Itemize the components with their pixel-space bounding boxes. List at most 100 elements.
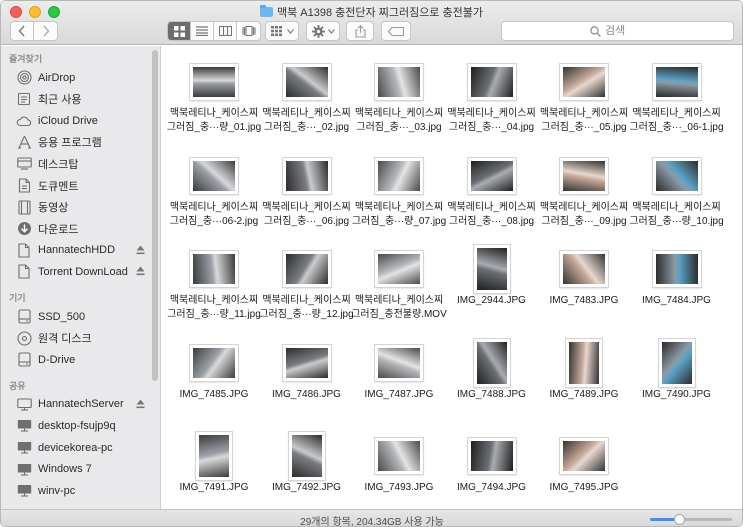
- folder-icon: [260, 5, 274, 17]
- file-item[interactable]: IMG_7488.JPG: [446, 338, 538, 431]
- file-thumbnail[interactable]: [467, 157, 516, 194]
- file-item[interactable]: 맥북레티나_케이스찌 그러짐_충···량_11.jpg: [167, 245, 261, 337]
- sidebar-item-[interactable]: 원격 디스크: [1, 328, 153, 349]
- file-thumbnail[interactable]: [652, 157, 701, 194]
- coverflow-view-button[interactable]: [237, 22, 260, 40]
- file-item[interactable]: 맥북레티나_케이스찌 그러짐_충···_06-1.jpg: [629, 58, 724, 150]
- file-item[interactable]: IMG_2944.JPG: [446, 245, 538, 337]
- file-thumbnail[interactable]: [473, 245, 510, 293]
- file-item[interactable]: IMG_7489.JPG: [538, 338, 630, 431]
- file-name-line1: 맥북레티나_케이스찌: [632, 201, 721, 213]
- icon-view-button[interactable]: [168, 22, 191, 40]
- file-item[interactable]: 맥북레티나_케이스찌 그러짐_충···_03.jpg: [353, 58, 445, 150]
- sidebar-section-header: 기기: [9, 293, 26, 303]
- file-thumbnail[interactable]: [196, 432, 232, 480]
- file-thumbnail[interactable]: [288, 432, 325, 480]
- sidebar-item-d-drive[interactable]: D-Drive: [1, 349, 153, 370]
- search-input[interactable]: [605, 25, 645, 37]
- file-item[interactable]: 맥북레티나_케이스찌 그러짐_충···_02.jpg: [261, 58, 353, 150]
- back-button[interactable]: [11, 22, 34, 40]
- file-thumbnail[interactable]: [375, 64, 423, 100]
- file-item[interactable]: 맥북레티나_케이스찌 그러짐_충···_06.jpg: [261, 152, 353, 244]
- file-item[interactable]: 맥북레티나_케이스찌 그러짐_충···_09.jpg: [538, 152, 630, 244]
- file-item[interactable]: IMG_7494.JPG: [446, 432, 538, 509]
- sidebar-item-winv-pc[interactable]: winv-pc: [1, 480, 153, 501]
- eject-icon[interactable]: [136, 245, 145, 255]
- sidebar-item-hannatechhdd[interactable]: HannatechHDD: [1, 240, 153, 261]
- file-item[interactable]: 맥북레티나_케이스찌 그러짐_충···량_10.jpg: [629, 152, 724, 244]
- file-name-line1: IMG_7485.JPG: [179, 388, 249, 400]
- sidebar-item-[interactable]: 도큐멘트: [1, 175, 153, 196]
- file-thumbnail[interactable]: [375, 251, 423, 287]
- file-thumbnail[interactable]: [467, 64, 516, 100]
- sidebar-item-[interactable]: 데스크탑: [1, 153, 153, 174]
- file-name-line1: 맥북레티나_케이스찌: [354, 295, 444, 306]
- sidebar-item-airdrop[interactable]: AirDrop: [1, 67, 153, 88]
- file-thumbnail[interactable]: [282, 157, 331, 194]
- sidebar-item-windows-7[interactable]: Windows 7: [1, 459, 153, 480]
- sidebar-item-[interactable]: 동영상: [1, 197, 153, 218]
- file-thumbnail[interactable]: [467, 438, 516, 474]
- file-thumbnail[interactable]: [652, 251, 701, 287]
- file-item[interactable]: IMG_7487.JPG: [353, 339, 445, 431]
- file-thumbnail[interactable]: [560, 157, 608, 194]
- file-thumbnail[interactable]: [190, 157, 238, 194]
- column-view-button[interactable]: [214, 22, 237, 40]
- sidebar-item-[interactable]: 다운로드: [1, 218, 153, 239]
- file-thumbnail[interactable]: [190, 344, 238, 381]
- file-thumbnail[interactable]: [560, 64, 608, 100]
- file-item[interactable]: 맥북레티나_케이스찌 그러짐_충···량_07.jpg: [352, 152, 446, 244]
- eject-icon[interactable]: [136, 399, 145, 409]
- file-item[interactable]: IMG_7493.JPG: [353, 432, 445, 509]
- file-thumbnail[interactable]: [375, 157, 423, 194]
- file-thumbnail[interactable]: [282, 344, 331, 381]
- file-thumbnail[interactable]: [190, 64, 238, 100]
- file-item[interactable]: 맥북레티나_케이스찌 그러짐_충···량_12.jpg: [259, 245, 354, 337]
- file-thumbnail[interactable]: [560, 438, 608, 474]
- file-thumbnail[interactable]: [190, 251, 238, 287]
- file-item[interactable]: IMG_7483.JPG: [538, 245, 630, 337]
- file-item[interactable]: IMG_7484.JPG: [631, 245, 723, 337]
- file-item[interactable]: 맥북레티나_케이스찌 그러짐_충···06-2.jpg: [168, 152, 260, 244]
- sidebar-item-hannatechserver[interactable]: HannatechServer: [1, 394, 153, 415]
- icon-size-slider-knob[interactable]: [673, 514, 685, 525]
- file-item[interactable]: 맥북레티나_케이스찌 그러짐_충···_04.jpg: [446, 58, 538, 150]
- icon-size-slider[interactable]: [650, 514, 732, 525]
- sidebar-item-ssd-500[interactable]: SSD_500: [1, 306, 153, 327]
- file-item[interactable]: IMG_7495.JPG: [538, 432, 630, 509]
- file-item[interactable]: IMG_7485.JPG: [168, 339, 260, 431]
- sidebar-item-devicekorea-pc[interactable]: devicekorea-pc: [1, 437, 153, 458]
- sidebar-item-desktop-fsujp9q[interactable]: desktop-fsujp9q: [1, 415, 153, 436]
- sidebar-item-label: 동영상: [38, 202, 69, 215]
- arrange-button[interactable]: [265, 21, 299, 41]
- file-item[interactable]: 맥북레티나_케이스찌 그러짐_충···_08.jpg: [446, 152, 538, 244]
- file-item[interactable]: IMG_7486.JPG: [261, 339, 353, 431]
- search-field[interactable]: [501, 21, 734, 41]
- sidebar-item-torrent-download[interactable]: Torrent DownLoad: [1, 261, 153, 282]
- tags-button[interactable]: [381, 21, 411, 41]
- list-view-button[interactable]: [191, 22, 214, 40]
- file-item[interactable]: 맥북레티나_케이스찌 그러짐_충전불량.MOV: [351, 245, 447, 337]
- file-thumbnail[interactable]: [375, 344, 423, 381]
- file-thumbnail[interactable]: [658, 338, 695, 387]
- file-item[interactable]: IMG_7490.JPG: [631, 338, 723, 431]
- sidebar-item-icloud-drive[interactable]: iCloud Drive: [1, 110, 153, 131]
- sidebar-item-[interactable]: 응용 프로그램: [1, 132, 153, 153]
- chevron-down-icon: [286, 28, 294, 34]
- file-thumbnail[interactable]: [566, 338, 602, 387]
- file-item[interactable]: IMG_7491.JPG: [168, 432, 260, 509]
- eject-icon[interactable]: [136, 266, 145, 276]
- file-thumbnail[interactable]: [375, 438, 423, 474]
- file-thumbnail[interactable]: [282, 251, 331, 287]
- share-button[interactable]: [346, 21, 374, 41]
- action-menu-button[interactable]: [306, 21, 340, 41]
- file-item[interactable]: 맥북레티나_케이스찌 그러짐_충···량_01.jpg: [167, 58, 261, 150]
- forward-button[interactable]: [34, 22, 57, 40]
- file-thumbnail[interactable]: [652, 64, 701, 100]
- file-thumbnail[interactable]: [282, 64, 331, 100]
- file-item[interactable]: IMG_7492.JPG: [261, 432, 353, 509]
- file-item[interactable]: 맥북레티나_케이스찌 그러짐_충···_05.jpg: [538, 58, 630, 150]
- sidebar-item-[interactable]: 최근 사용: [1, 89, 153, 110]
- file-thumbnail[interactable]: [560, 251, 608, 287]
- file-thumbnail[interactable]: [473, 338, 510, 387]
